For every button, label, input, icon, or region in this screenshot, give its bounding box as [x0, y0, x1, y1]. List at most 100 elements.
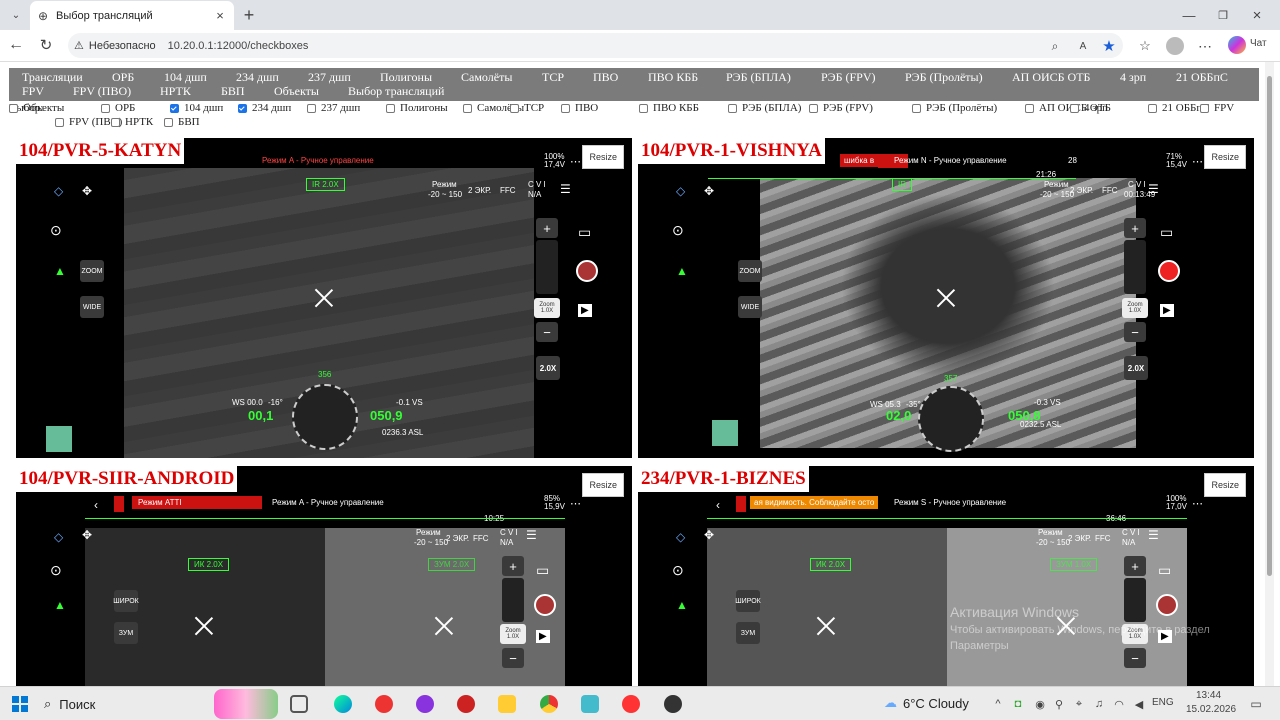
location-icon[interactable]: ⌖: [1072, 696, 1086, 712]
read-aloud-icon[interactable]: A: [1074, 37, 1092, 55]
nav-link-5[interactable]: 237 дшп: [308, 70, 351, 85]
checkbox-box[interactable]: [307, 103, 316, 113]
task-view-icon[interactable]: [290, 695, 308, 713]
checkbox-box[interactable]: [238, 103, 247, 113]
zoom-button[interactable]: ЗУМ: [736, 622, 760, 644]
nav-link-21[interactable]: Объекты: [274, 84, 319, 99]
camera-icon[interactable]: ▭: [1158, 562, 1171, 579]
nav-link-20[interactable]: БВП: [221, 84, 245, 99]
checkbox-box[interactable]: [101, 103, 110, 113]
playback-icon[interactable]: ▶: [536, 630, 550, 643]
checkbox-box[interactable]: [510, 103, 519, 113]
zoom-in-button[interactable]: +: [1124, 556, 1146, 576]
nav-link-12[interactable]: РЭБ (FPV): [821, 70, 876, 85]
checkbox-box[interactable]: [912, 103, 921, 113]
nav-link-3[interactable]: 104 дшп: [164, 70, 207, 85]
record-button[interactable]: [1156, 594, 1178, 616]
home-icon[interactable]: ▲: [676, 264, 688, 278]
checkbox-20[interactable]: Объекты: [9, 102, 64, 114]
gimbal-icon[interactable]: ⊙: [672, 222, 684, 239]
zoom-button[interactable]: ZOOM: [80, 260, 104, 282]
record-button[interactable]: [534, 594, 556, 616]
app-red-icon[interactable]: [457, 695, 475, 713]
back-icon[interactable]: ‹: [94, 498, 98, 512]
minimap-thumb[interactable]: [46, 426, 72, 452]
clock-date[interactable]: 15.02.2026: [1186, 704, 1236, 715]
checkbox-8[interactable]: ПВО: [561, 102, 598, 114]
checkbox-5[interactable]: Полигоны: [386, 102, 448, 114]
zoom-icon[interactable]: ⌕: [1046, 37, 1064, 55]
checkbox-box[interactable]: [1070, 103, 1079, 113]
zoom-button[interactable]: ZOOM: [738, 260, 762, 282]
edge-icon[interactable]: [334, 695, 352, 713]
yandex-browser-icon[interactable]: [622, 695, 640, 713]
nav-link-2[interactable]: ОРБ: [112, 70, 134, 85]
checkbox-14[interactable]: 4 зрп: [1070, 102, 1108, 114]
checkbox-box[interactable]: [164, 117, 173, 127]
checkbox-9[interactable]: ПВО КББ: [639, 102, 699, 114]
record-button[interactable]: [576, 260, 598, 282]
new-tab-icon[interactable]: +: [238, 4, 260, 26]
mic-icon[interactable]: ⚲: [1052, 696, 1066, 712]
nav-link-4[interactable]: 234 дшп: [236, 70, 279, 85]
windows-start-icon[interactable]: [12, 696, 28, 712]
favorites-icon[interactable]: ☆: [1136, 37, 1154, 55]
close-window-icon[interactable]: ×: [1246, 4, 1268, 26]
camera-icon[interactable]: ▭: [578, 224, 591, 241]
nav-link-19[interactable]: НРТК: [160, 84, 191, 99]
record-button[interactable]: [1158, 260, 1180, 282]
checkbox-box[interactable]: [9, 103, 18, 113]
resize-button[interactable]: Resize: [1204, 145, 1246, 169]
zoom-in-button[interactable]: +: [502, 556, 524, 576]
gimbal-icon[interactable]: ⊙: [672, 562, 684, 579]
checkbox-box[interactable]: [1148, 103, 1157, 113]
zoom-slider[interactable]: [536, 240, 558, 294]
zoom-out-button[interactable]: −: [502, 648, 524, 668]
app-dark-icon[interactable]: [664, 695, 682, 713]
checkbox-box[interactable]: [809, 103, 818, 113]
camera-icon[interactable]: ▭: [1160, 224, 1173, 241]
home-icon[interactable]: ▲: [676, 598, 688, 612]
scrollbar-thumb[interactable]: [1267, 76, 1272, 576]
resize-button[interactable]: Resize: [582, 473, 624, 497]
taskbar-search[interactable]: ⌕ Поиск: [44, 693, 214, 715]
minimize-icon[interactable]: —: [1178, 4, 1200, 26]
url-field[interactable]: ⚠ Небезопасно 10.20.0.1:12000/checkboxes: [68, 33, 1123, 58]
weather-widget[interactable]: ☁ 6°C Cloudy: [884, 695, 969, 711]
gimbal-icon[interactable]: ⊙: [50, 222, 62, 239]
nav-link-1[interactable]: Трансляции: [22, 70, 83, 85]
checkbox-18[interactable]: НРТК: [111, 116, 153, 128]
browser-tab[interactable]: ⊕ Выбор трансляций ×: [30, 1, 234, 30]
notifications-icon[interactable]: ▭: [1248, 696, 1264, 712]
tray-chevron-icon[interactable]: ^: [990, 696, 1006, 712]
settings-icon[interactable]: ☰: [526, 528, 537, 542]
home-icon[interactable]: ▲: [54, 598, 66, 612]
app-purple-icon[interactable]: [416, 695, 434, 713]
explorer-icon[interactable]: [498, 695, 516, 713]
checkbox-box[interactable]: [1025, 103, 1034, 113]
nav-link-6[interactable]: Полигоны: [380, 70, 432, 85]
close-tab-icon[interactable]: ×: [212, 7, 228, 23]
nav-link-15[interactable]: 4 зрп: [1120, 70, 1146, 85]
app-teal-icon[interactable]: [581, 695, 599, 713]
checkbox-11[interactable]: РЭБ (FPV): [809, 102, 873, 114]
chrome-icon[interactable]: [540, 695, 558, 713]
volume-icon[interactable]: ◀: [1132, 696, 1146, 712]
checkbox-box[interactable]: [170, 103, 179, 113]
zoom-slider[interactable]: [1124, 240, 1146, 294]
checkbox-box[interactable]: [111, 117, 120, 127]
back-icon[interactable]: ‹: [716, 498, 720, 512]
back-icon[interactable]: ←: [6, 35, 26, 55]
favorite-star-icon[interactable]: ★: [1100, 37, 1118, 55]
more-icon[interactable]: ⋯: [1192, 497, 1203, 510]
tab-list-icon[interactable]: ⌄: [6, 6, 26, 24]
zoom-slider[interactable]: [1124, 578, 1146, 622]
language-indicator[interactable]: ENG: [1152, 697, 1174, 708]
wifi-icon[interactable]: ◠: [1112, 696, 1126, 712]
checkbox-19[interactable]: БВП: [164, 116, 200, 128]
profile-avatar[interactable]: [1166, 37, 1184, 55]
zoom-out-button[interactable]: −: [1124, 322, 1146, 342]
checkbox-3[interactable]: 234 дшп: [238, 102, 291, 114]
map-icon[interactable]: ◇: [54, 530, 63, 544]
more-icon[interactable]: ⋯: [1192, 155, 1203, 168]
